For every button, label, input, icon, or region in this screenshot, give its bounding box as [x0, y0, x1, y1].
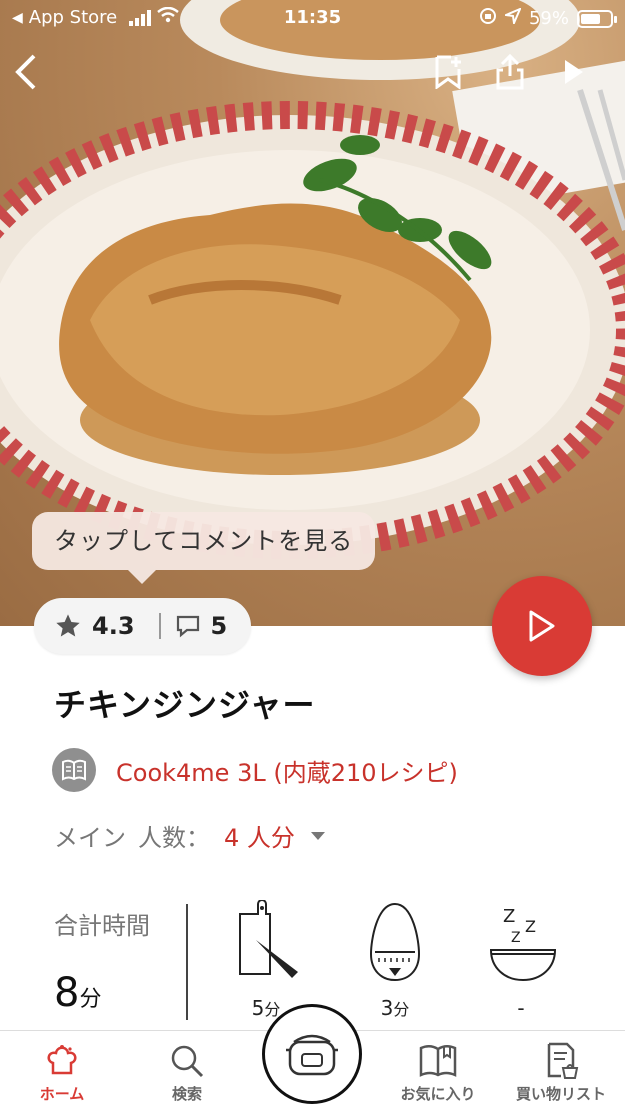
comment-count: 5	[210, 612, 228, 640]
tab-shopping-list[interactable]: 買い物リスト	[511, 1039, 611, 1104]
total-time-value: 8分	[54, 970, 102, 1016]
comment-icon	[176, 615, 199, 638]
shopping-list-icon	[547, 1042, 579, 1079]
play-outline-icon	[529, 610, 555, 642]
share-icon	[496, 54, 524, 90]
star-icon	[56, 614, 80, 637]
bookmark-button[interactable]	[428, 52, 468, 92]
start-cooking-button[interactable]	[492, 576, 592, 676]
servings-label: 人数：	[138, 824, 210, 852]
divider	[158, 613, 161, 639]
prep-time: 5分	[221, 899, 311, 1020]
rest-time: Z Z Z -	[476, 900, 566, 1020]
status-bar: ◀ App Store 11:35 59%	[0, 0, 625, 36]
battery-percent: 59%	[528, 8, 569, 29]
cook-time: 3分	[350, 900, 440, 1020]
total-time-label: 合計時間	[54, 912, 150, 940]
recipe-title: チキンジンジャー	[54, 686, 316, 724]
rating-comments-pill[interactable]: 4.3 5	[34, 598, 251, 654]
back-button[interactable]	[6, 52, 46, 92]
pressure-cooker-icon	[286, 1034, 338, 1076]
tab-shopping-list-label: 買い物リスト	[515, 1085, 606, 1103]
tab-search-label: 検索	[171, 1085, 202, 1103]
servings-selector[interactable]: メイン 人数： 4 人分	[54, 818, 325, 853]
tab-favorites[interactable]: お気に入り	[388, 1039, 488, 1104]
tab-device[interactable]	[262, 1004, 362, 1104]
caret-down-icon	[310, 831, 325, 840]
egg-timer-icon	[369, 902, 421, 982]
tab-home-label: ホーム	[39, 1085, 85, 1103]
svg-text:Z: Z	[511, 930, 521, 946]
share-button[interactable]	[490, 52, 530, 92]
book-icon	[419, 1045, 457, 1077]
svg-text:Z: Z	[503, 906, 515, 927]
orientation-lock-icon	[479, 7, 497, 30]
bookmark-add-icon	[435, 55, 461, 89]
play-icon	[565, 60, 583, 84]
chef-hat-icon	[47, 1045, 77, 1075]
svg-text:Z: Z	[525, 917, 536, 936]
category-label: メイン	[54, 824, 126, 852]
rating-score: 4.3	[92, 612, 135, 640]
tab-favorites-label: お気に入り	[400, 1085, 476, 1103]
location-icon	[502, 7, 522, 29]
cook-time-value: 3分	[380, 996, 410, 1020]
tab-search[interactable]: 検索	[137, 1039, 237, 1104]
recipe-book-icon	[52, 748, 96, 792]
device-link[interactable]: Cook4me 3L (内蔵210レシピ)	[116, 753, 458, 788]
search-icon	[171, 1045, 204, 1078]
rest-bowl-icon: Z Z Z	[489, 906, 557, 982]
play-video-button[interactable]	[554, 52, 594, 92]
chevron-left-icon	[15, 54, 36, 90]
timing-divider	[186, 904, 188, 1020]
tab-home[interactable]: ホーム	[12, 1039, 112, 1104]
comments-tooltip[interactable]: タップしてコメントを見る	[32, 512, 376, 584]
rest-time-value: -	[517, 996, 525, 1020]
cutting-board-icon	[239, 899, 298, 978]
battery-icon	[577, 9, 617, 28]
servings-value: 4 人分	[224, 824, 295, 852]
